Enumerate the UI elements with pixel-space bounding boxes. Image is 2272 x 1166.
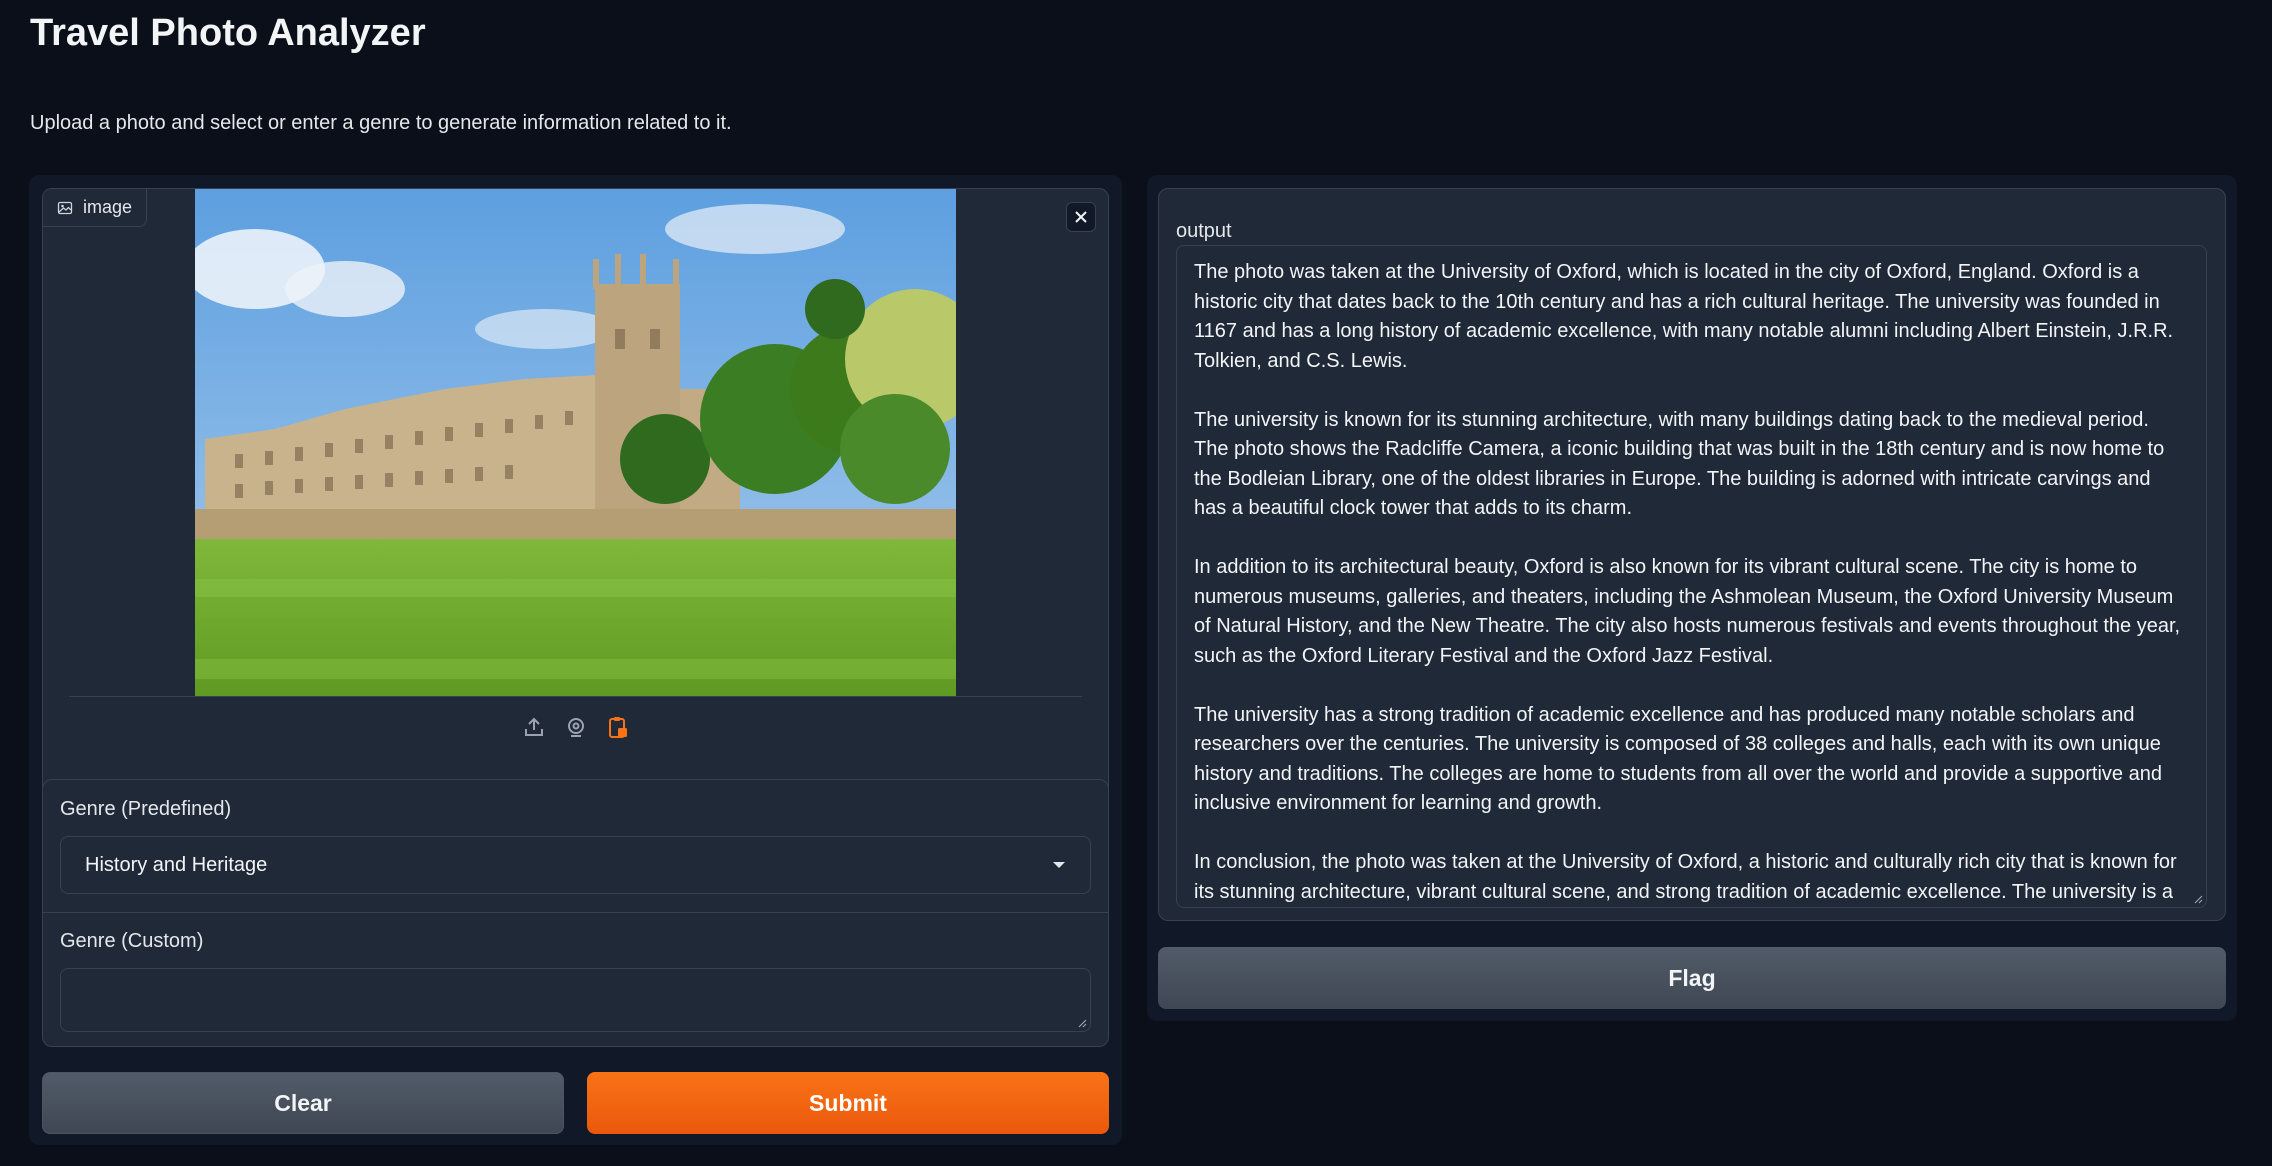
chevron-down-icon: [1053, 862, 1065, 868]
output-paragraph: In addition to its architectural beauty,…: [1194, 556, 2181, 667]
output-panel: output The photo was taken at the Univer…: [1158, 188, 2226, 921]
resize-grip-icon[interactable]: [2193, 894, 2203, 904]
clear-image-button[interactable]: [1066, 202, 1096, 232]
output-paragraph: The photo was taken at the University of…: [1194, 261, 2174, 372]
app-title: Travel Photo Analyzer: [30, 12, 426, 54]
output-label: output: [1176, 220, 1232, 242]
app-description: Upload a photo and select or enter a gen…: [30, 112, 732, 134]
genre-panel: Genre (Predefined) History and Heritage …: [42, 779, 1109, 1047]
uploaded-photo: [195, 189, 956, 696]
image-label: image: [83, 197, 133, 217]
genre-custom-input[interactable]: [60, 968, 1091, 1032]
image-label-badge: image: [43, 189, 148, 227]
genre-divider: [43, 912, 1108, 913]
genre-predefined-dropdown[interactable]: History and Heritage: [60, 836, 1091, 894]
genre-predefined-value: History and Heritage: [85, 853, 268, 876]
flag-button[interactable]: Flag: [1158, 947, 2226, 1009]
close-icon: [1075, 211, 1087, 223]
output-paragraph: In conclusion, the photo was taken at th…: [1194, 851, 2177, 903]
webcam-icon[interactable]: [563, 714, 589, 740]
input-column: image Genre (Predefined) History and Her…: [29, 175, 1122, 1145]
genre-custom-label: Genre (Custom): [60, 930, 204, 952]
image-source-bar: [43, 709, 1108, 745]
genre-predefined-label: Genre (Predefined): [60, 798, 232, 820]
image-divider: [69, 696, 1082, 697]
clear-button[interactable]: Clear: [42, 1072, 564, 1134]
output-column: output The photo was taken at the Univer…: [1147, 175, 2237, 1021]
output-paragraph: The university is known for its stunning…: [1194, 408, 2165, 520]
output-paragraph: The university has a strong tradition of…: [1194, 703, 2162, 815]
resize-grip-icon[interactable]: [1077, 1018, 1087, 1028]
output-textbox[interactable]: The photo was taken at the University of…: [1176, 245, 2207, 908]
submit-button[interactable]: Submit: [587, 1072, 1109, 1134]
image-icon: [57, 201, 73, 214]
clipboard-icon[interactable]: [605, 714, 631, 740]
upload-icon[interactable]: [521, 714, 547, 740]
